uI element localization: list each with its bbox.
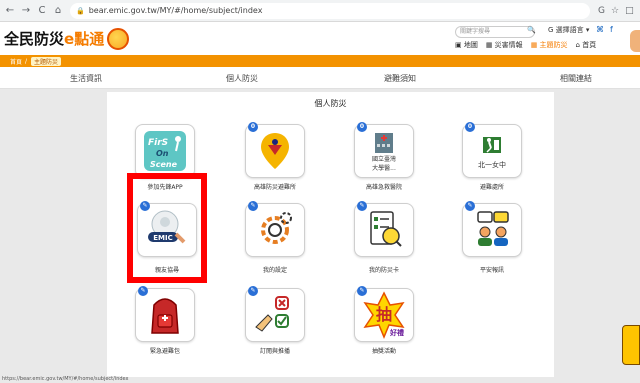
chat-people-icon	[477, 211, 509, 246]
facebook-icon[interactable]: f	[610, 25, 613, 34]
reload-icon[interactable]: C	[36, 5, 48, 17]
tile-label-safety-report: 平安報訊	[479, 267, 504, 274]
edit-badge-icon: ✎	[357, 286, 367, 296]
google-icon[interactable]: G	[598, 6, 605, 16]
floating-mascot[interactable]	[622, 325, 640, 365]
top-links: ▣ 地圖 ▦ 災害情報 ▦ 主題防災 ⌂ 首頁	[455, 40, 596, 50]
highlight-box	[127, 173, 207, 283]
gear-icon	[261, 212, 292, 244]
browser-status-bar: https://bear.emic.gov.tw/MY/#/home/subje…	[0, 376, 129, 383]
tile-label-evacuation-site: 避難處所	[479, 184, 504, 191]
tile-lottery[interactable]: ✎ 抽 好禮	[354, 286, 414, 342]
first-on-scene-icon: FirS On Scene	[144, 131, 186, 171]
tile-shelter[interactable]: 0	[245, 122, 305, 178]
home-icon[interactable]: ⌂	[52, 5, 64, 17]
tile-settings[interactable]: ✎	[245, 201, 305, 257]
checklist-icon	[370, 211, 402, 247]
avatar[interactable]	[630, 30, 640, 52]
tile-first-on-scene[interactable]: FirS On Scene	[135, 124, 195, 178]
tile-safety-report[interactable]: ✎	[462, 201, 522, 257]
fos-text-2: On	[156, 149, 169, 158]
tile-label-settings: 我的設定	[262, 267, 287, 274]
toplink-map[interactable]: ▣ 地圖	[455, 40, 478, 50]
tile-label-hospital: 高雄急救醫院	[365, 184, 402, 191]
search-icon[interactable]: 🔍	[527, 26, 536, 34]
count-badge: 0	[357, 122, 367, 132]
logo-text-main: 全民防災	[4, 30, 65, 48]
lottery-small-text: 好禮	[389, 328, 404, 337]
breadcrumb-current: 主題防災	[31, 56, 62, 66]
fos-text-3: Scene	[150, 160, 178, 169]
menu-item-links[interactable]: 相關連結	[560, 73, 592, 84]
tile-label-subscribe: 訂閱與推播	[259, 348, 290, 355]
count-badge: 0	[248, 122, 258, 132]
star-icon[interactable]: ☆	[611, 6, 619, 16]
hospital-line-2: 大學醫...	[372, 164, 396, 172]
search-input[interactable]: 關鍵字搜尋	[455, 26, 535, 38]
tile-disaster-card[interactable]: ✎	[354, 201, 414, 257]
breadcrumb-separator: /	[25, 57, 28, 65]
back-arrow-icon[interactable]: ←	[4, 5, 16, 17]
location-pin-icon	[261, 133, 289, 169]
window-icon[interactable]: □	[625, 6, 634, 16]
backpack-icon	[151, 298, 179, 334]
tile-label-emergency-bag: 緊急避難包	[149, 348, 180, 355]
hospital-icon: 國立臺灣 大學醫...	[372, 133, 396, 172]
tile-label-shelter: 高雄防災避難所	[253, 184, 296, 191]
lock-icon: 🔒	[76, 6, 85, 15]
site-header: 全民防災 e點通 關鍵字搜尋 🔍 G 選擇語言 ▾ ⌘ f ▣ 地圖 ▦ 災害情…	[0, 22, 640, 55]
logo-text-sub: e點通	[64, 30, 105, 48]
toplink-disaster-info[interactable]: ▦ 災害情報	[486, 40, 523, 50]
main-menu: 生活資訊 個人防災 避難須知 相關連結	[0, 67, 640, 89]
lottery-icon: 抽 好禮	[363, 291, 405, 339]
edit-badge-icon: ✎	[357, 201, 367, 211]
fos-text-1: FirS	[148, 138, 168, 148]
hospital-line-1: 國立臺灣	[372, 155, 396, 163]
edit-badge-icon: ✎	[138, 286, 148, 296]
toplink-topic[interactable]: ▦ 主題防災	[531, 40, 568, 50]
menu-item-personal[interactable]: 個人防災	[226, 73, 258, 84]
lottery-text: 抽	[376, 305, 392, 324]
social-links: ⌘ f	[596, 25, 613, 34]
browser-extension-icons: G ☆ □	[598, 6, 634, 16]
count-badge: 0	[465, 122, 475, 132]
tile-hospital[interactable]: 0 國立臺灣 大學醫...	[354, 122, 414, 178]
tile-subscribe[interactable]: ✎	[245, 286, 305, 342]
share-icon[interactable]: ⌘	[596, 25, 604, 34]
tile-emergency-bag[interactable]: ✎	[135, 286, 195, 342]
menu-item-life-info[interactable]: 生活資訊	[70, 73, 102, 84]
panel-title: 個人防災	[314, 99, 347, 108]
toplink-home[interactable]: ⌂ 首頁	[576, 40, 597, 50]
menu-item-evacuation[interactable]: 避難須知	[384, 73, 416, 84]
browser-toolbar: ← → C ⌂ 🔒 bear.emic.gov.tw/MY/#/home/sub…	[0, 0, 640, 22]
breadcrumb-home[interactable]: 首頁	[10, 57, 22, 66]
exit-sign-icon: 北一女中	[478, 137, 506, 169]
address-bar[interactable]: 🔒 bear.emic.gov.tw/MY/#/home/subject/ind…	[70, 2, 590, 19]
mascot-icon	[107, 27, 130, 50]
edit-badge-icon: ✎	[248, 286, 258, 296]
language-select[interactable]: G 選擇語言 ▾	[548, 25, 589, 35]
tile-label-lottery: 抽獎活動	[371, 348, 396, 355]
tile-evacuation-site[interactable]: 0 北一女中	[462, 122, 522, 178]
edit-badge-icon: ✎	[465, 201, 475, 211]
site-logo[interactable]: 全民防災 e點通	[4, 27, 130, 50]
url-text: bear.emic.gov.tw/MY/#/home/subject/index	[88, 6, 263, 15]
school-name: 北一女中	[478, 160, 506, 169]
tile-label-disaster-card: 我的防災卡	[368, 267, 399, 274]
edit-badge-icon: ✎	[248, 201, 258, 211]
forward-arrow-icon[interactable]: →	[20, 5, 32, 17]
hand-checklist-icon	[255, 296, 289, 332]
breadcrumb: 首頁 / 主題防災	[0, 55, 640, 67]
